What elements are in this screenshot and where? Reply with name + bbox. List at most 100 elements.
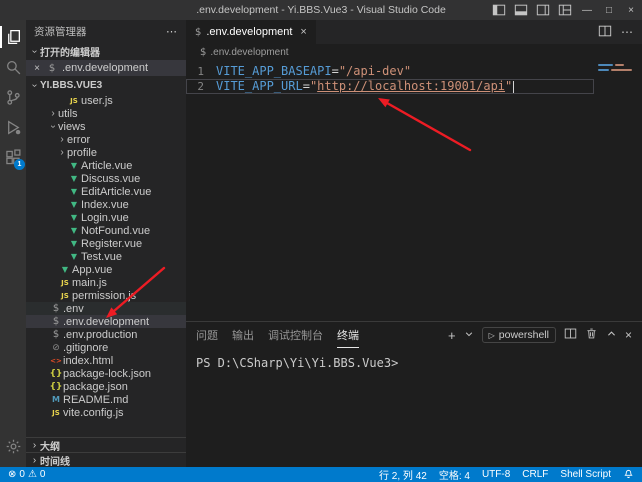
tree-item-user-js[interactable]: JSuser.js (26, 94, 186, 107)
tree-item-main-js[interactable]: JSmain.js (26, 276, 186, 289)
extensions-icon[interactable]: 1 (0, 142, 26, 172)
customize-layout-icon[interactable] (554, 0, 576, 20)
tree-item-index-html[interactable]: <>index.html (26, 354, 186, 367)
close-panel-icon[interactable]: × (625, 328, 632, 342)
indentation-status[interactable]: 空格: 4 (439, 467, 470, 482)
language-mode[interactable]: Shell Script (560, 469, 611, 480)
open-editors-header[interactable]: › 打开的编辑器 (26, 42, 186, 60)
js-file-icon: JS (58, 279, 72, 287)
toggle-panel-icon[interactable] (510, 0, 532, 20)
timeline-section[interactable]: › 时间线 (26, 452, 186, 467)
code-line-2[interactable]: 2VITE_APP_URL="http://localhost:19001/ap… (186, 79, 594, 94)
explorer-sidebar: 资源管理器 ⋯ › 打开的编辑器 × $ .env.development › … (26, 20, 186, 467)
tree-item-label: main.js (72, 277, 107, 289)
tree-item-profile[interactable]: ›profile (26, 146, 186, 159)
close-editor-icon[interactable]: × (32, 63, 42, 74)
more-actions-icon[interactable]: ⋯ (621, 25, 633, 39)
minimap[interactable] (598, 64, 638, 74)
more-actions-icon[interactable]: ⋯ (166, 25, 178, 38)
js-file-icon: JS (49, 409, 63, 417)
tree-item-env-production[interactable]: $.env.production (26, 328, 186, 341)
panel-tab-terminal[interactable]: 终端 (337, 322, 359, 348)
breadcrumb[interactable]: $ .env.development (186, 44, 642, 61)
warning-count: 0 (40, 469, 46, 480)
breadcrumb-label: .env.development (210, 47, 288, 58)
text-cursor (513, 81, 514, 93)
tree-item-app-vue[interactable]: ▼App.vue (26, 263, 186, 276)
tree-item-index-vue[interactable]: ▼Index.vue (26, 198, 186, 211)
search-icon[interactable] (0, 52, 26, 82)
tree-item-label: Test.vue (81, 251, 122, 263)
tree-item-article-vue[interactable]: ▼Article.vue (26, 159, 186, 172)
toggle-sidebar-icon[interactable] (488, 0, 510, 20)
toggle-secondary-sidebar-icon[interactable] (532, 0, 554, 20)
tree-item-package-json[interactable]: {}package.json (26, 380, 186, 393)
code-text: VITE_APP_URL="http://localhost:19001/api… (216, 79, 514, 94)
tree-item-package-lock-json[interactable]: {}package-lock.json (26, 367, 186, 380)
terminal[interactable]: PS D:\CSharp\Yi\Yi.BBS.Vue3> (186, 348, 642, 467)
open-editor-label: .env.development (62, 62, 148, 74)
panel-tab-problems[interactable]: 问题 (196, 322, 218, 348)
tree-item-label: error (67, 134, 90, 146)
tree-item-env-development[interactable]: $.env.development (26, 315, 186, 328)
code-text: VITE_APP_BASEAPI="/api-dev" (216, 64, 411, 79)
split-terminal-icon[interactable] (564, 327, 577, 343)
tree-item-vite-config-js[interactable]: JSvite.config.js (26, 406, 186, 419)
tree-item-login-vue[interactable]: ▼Login.vue (26, 211, 186, 224)
js-file-icon: JS (58, 292, 72, 300)
tree-item-label: EditArticle.vue (81, 186, 151, 198)
minimize-icon[interactable]: — (576, 0, 598, 20)
split-editor-icon[interactable] (598, 24, 612, 41)
tree-item-error[interactable]: ›error (26, 133, 186, 146)
tab-close-icon[interactable]: × (300, 26, 306, 38)
chevron-right-icon: › (29, 455, 40, 466)
eol-status[interactable]: CRLF (522, 469, 548, 480)
tree-item-notfound-vue[interactable]: ▼NotFound.vue (26, 224, 186, 237)
tree-item-utils[interactable]: ›utils (26, 107, 186, 120)
terminal-prompt: PS D:\CSharp\Yi\Yi.BBS.Vue3> (196, 356, 398, 370)
project-section-header[interactable]: › YI.BBS.VUE3 (26, 76, 186, 94)
env-file-icon: $ (49, 329, 63, 340)
env-file-icon: $ (49, 316, 63, 327)
env-file-icon: $ (45, 63, 59, 74)
notifications-bell-icon[interactable] (623, 469, 634, 480)
tree-item-discuss-vue[interactable]: ▼Discuss.vue (26, 172, 186, 185)
tree-item-views[interactable]: ›views (26, 120, 186, 133)
terminal-actions: + ▷ powershell × (448, 322, 632, 348)
tree-item-gitignore[interactable]: ⊘.gitignore (26, 341, 186, 354)
new-terminal-icon[interactable]: + (448, 328, 456, 343)
code-line-1[interactable]: 1VITE_APP_BASEAPI="/api-dev" (186, 64, 594, 79)
json-file-icon: {} (49, 382, 63, 392)
panel-tab-output[interactable]: 输出 (232, 322, 254, 348)
close-icon[interactable]: × (620, 0, 642, 20)
source-control-icon[interactable] (0, 82, 26, 112)
tree-item-permission-js[interactable]: JSpermission.js (26, 289, 186, 302)
timeline-label: 时间线 (40, 453, 70, 468)
kill-terminal-icon[interactable] (585, 327, 598, 343)
problems-status[interactable]: ⊗ 0 ⚠ 0 (8, 469, 45, 480)
panel-tab-debug-console[interactable]: 调试控制台 (268, 322, 323, 348)
cursor-position[interactable]: 行 2, 列 42 (379, 467, 427, 482)
tree-item-editarticle-vue[interactable]: ▼EditArticle.vue (26, 185, 186, 198)
outline-label: 大纲 (40, 438, 60, 453)
open-editor-item[interactable]: × $ .env.development (26, 60, 186, 76)
outline-section[interactable]: › 大纲 (26, 437, 186, 452)
shell-selector[interactable]: ▷ powershell (482, 327, 556, 343)
editor-actions: ⋯ (589, 20, 642, 44)
explorer-icon[interactable] (0, 22, 26, 52)
terminal-dropdown-icon[interactable] (464, 328, 474, 342)
tree-item-readme-md[interactable]: MREADME.md (26, 393, 186, 406)
encoding-status[interactable]: UTF-8 (482, 469, 510, 480)
tree-item-test-vue[interactable]: ▼Test.vue (26, 250, 186, 263)
line-number: 1 (186, 64, 216, 79)
editor-group: $ .env.development × ⋯ $ .env.developmen… (186, 20, 642, 467)
tree-item-env[interactable]: $.env (26, 302, 186, 315)
tree-item-register-vue[interactable]: ▼Register.vue (26, 237, 186, 250)
tab-env-development[interactable]: $ .env.development × (186, 20, 316, 44)
run-debug-icon[interactable] (0, 112, 26, 142)
maximize-panel-icon[interactable] (606, 328, 617, 342)
maximize-icon[interactable]: □ (598, 0, 620, 20)
code-editor[interactable]: 1VITE_APP_BASEAPI="/api-dev"2VITE_APP_UR… (186, 61, 642, 321)
settings-gear-icon[interactable] (0, 431, 26, 461)
workbench: 1 资源管理器 ⋯ › 打开的编辑器 × $ .env.development (0, 20, 642, 467)
